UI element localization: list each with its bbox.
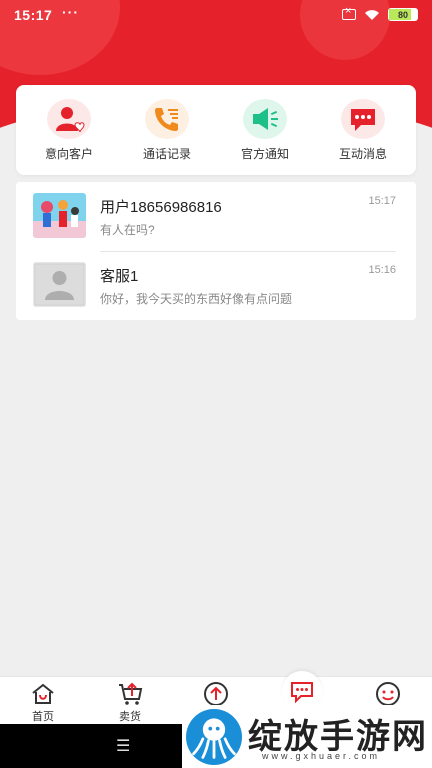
wifi-icon [365,9,379,20]
quick-action-label: 官方通知 [240,146,289,161]
status-bar: 15:17 ··· 80 [0,0,432,30]
cart-upload-icon [119,682,143,705]
avatar [33,193,86,238]
message-sender: 用户18656986816 [100,199,222,216]
watermark: 绽放手游网 www.gxhuaer.com [182,705,432,768]
message-time: 15:16 [368,264,396,276]
quick-action-call-log[interactable]: 通话记录 [119,98,215,162]
chat-icon [291,682,313,704]
phone-log-icon [145,98,189,139]
avatar [33,262,86,307]
message-list: 用户18656986816 有人在吗? 15:17 客服1 你好，我今天买的东西… [16,182,416,320]
home-icon [32,683,54,704]
quick-action-official-notice[interactable]: 官方通知 [217,98,313,162]
quick-action-label: 意向客户 [44,146,93,161]
status-more-icon: ··· [62,4,79,20]
customer-heart-icon [47,98,91,139]
tab-publish[interactable] [186,681,246,707]
message-preview: 有人在吗? [100,223,155,237]
list-item[interactable]: 用户18656986816 有人在吗? 15:17 [16,182,416,251]
quick-action-label: 互动消息 [338,146,387,161]
tab-profile[interactable] [358,681,418,707]
message-sender: 客服1 [100,268,139,285]
octopus-logo-icon [186,709,242,765]
message-preview: 你好，我今天买的东西好像有点问题 [100,292,293,306]
message-time: 15:17 [368,195,396,207]
upload-circle-icon [204,682,228,706]
quick-actions-card: 意向客户 通话记录 官方通知 互动消息 [16,85,416,175]
quick-action-intended-customers[interactable]: 意向客户 [21,98,117,162]
list-item[interactable]: 客服1 你好，我今天买的东西好像有点问题 15:16 [16,251,416,320]
no-sim-icon [342,5,356,20]
menu-icon[interactable]: ☰ [116,736,130,756]
battery-icon: 80 [388,8,418,21]
quick-action-interactive-messages[interactable]: 互动消息 [315,98,411,162]
watermark-url: www.gxhuaer.com [262,751,381,761]
megaphone-icon [243,98,287,139]
tab-home[interactable]: 首页 [13,681,73,724]
tab-sell[interactable]: 卖货 [100,681,160,724]
tab-label: 卖货 [119,711,141,723]
chat-bubble-icon [341,98,385,139]
tab-label: 首页 [32,711,54,723]
quick-action-label: 通话记录 [142,146,191,161]
status-time: 15:17 [14,7,53,23]
smiley-icon [376,682,400,706]
battery-level: 80 [397,9,408,20]
